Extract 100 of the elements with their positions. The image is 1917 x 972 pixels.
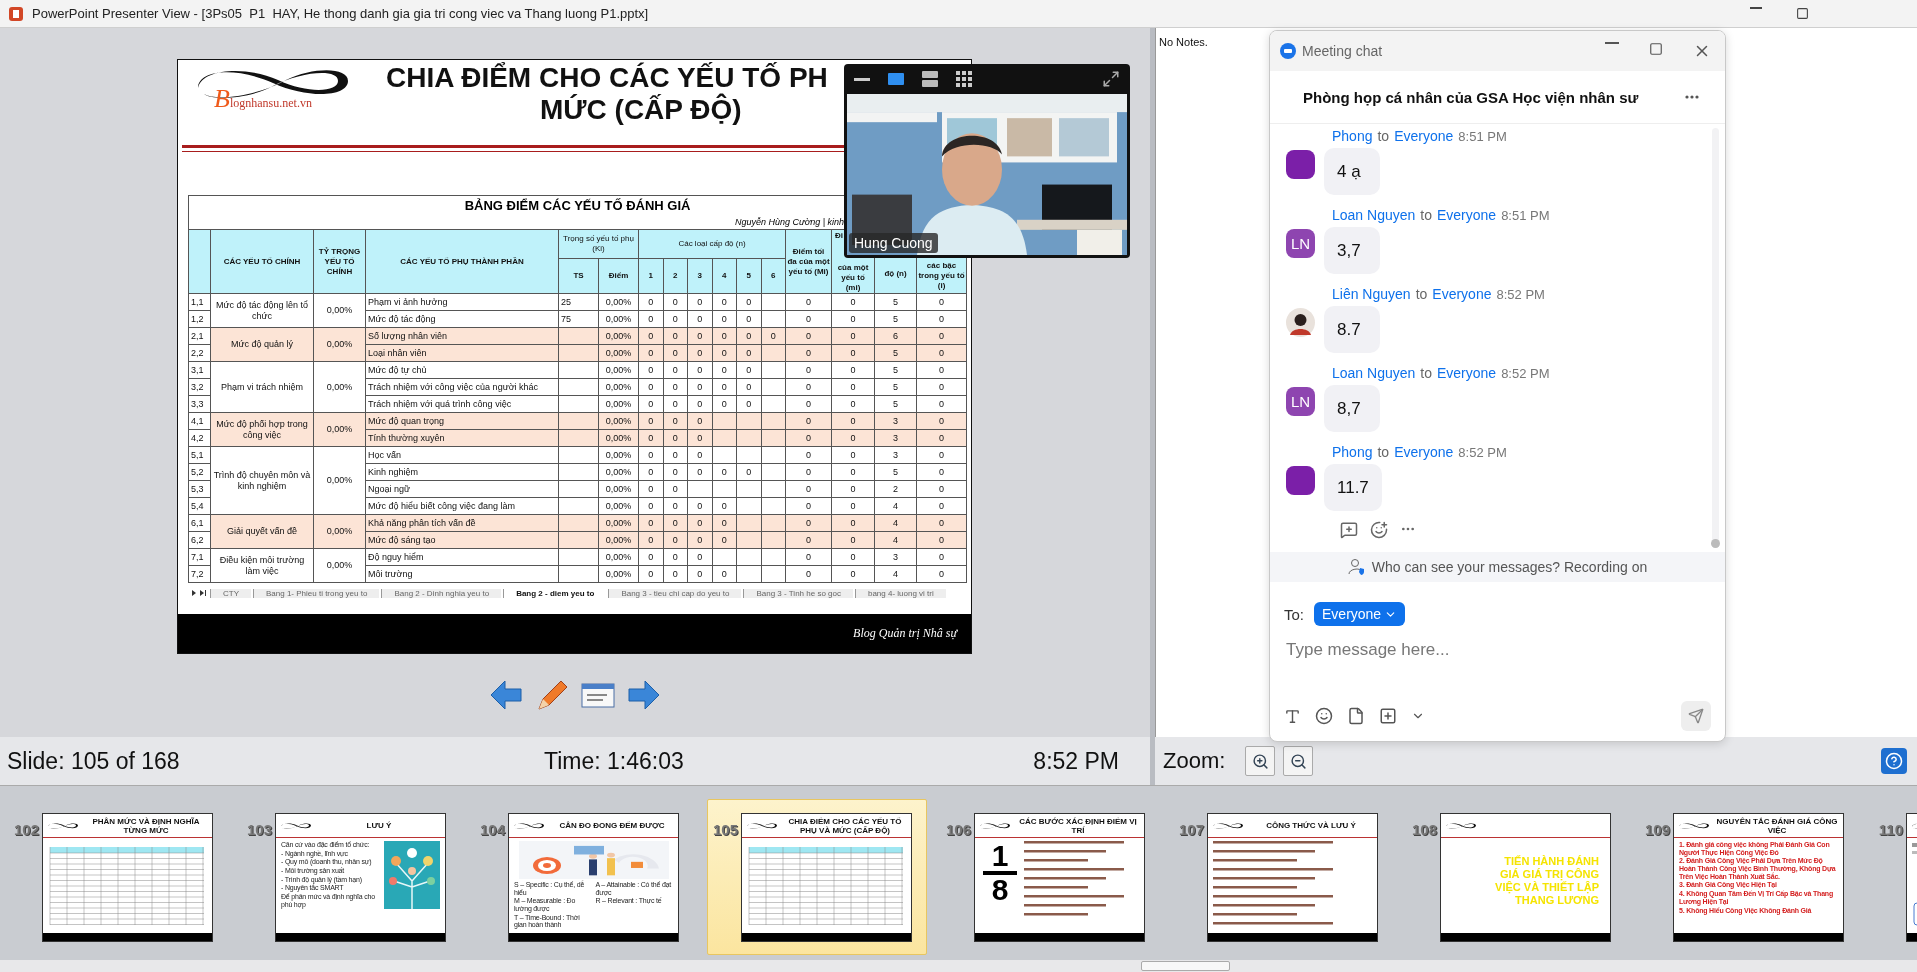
sender-name: Liên Nguyen	[1332, 286, 1411, 302]
strip-view-button[interactable]	[922, 71, 938, 87]
zoom-label: Zoom:	[1163, 748, 1226, 774]
clock: 8:52 PM	[1033, 747, 1119, 775]
slide-thumbnail[interactable]: 102 PHÂN MỨC VÀ ĐỊNH NGHĨA TỪNG MỨC	[8, 799, 228, 955]
slide-number: 106	[944, 821, 971, 838]
sheet-tab[interactable]: Bang 1- Phieu ti trong yeu to	[253, 588, 380, 598]
message-time: 8:51 PM	[1501, 208, 1550, 223]
help-button[interactable]	[1881, 748, 1907, 774]
app-icon	[8, 5, 24, 22]
participant-name: Hung Cuong	[849, 233, 938, 253]
minimize-icon	[1605, 42, 1619, 44]
grid-icon	[956, 71, 972, 87]
right-arrow-icon	[626, 679, 661, 711]
scrollbar[interactable]	[1712, 128, 1719, 548]
slide-number: 109	[1643, 821, 1670, 838]
table-cell: Điều kiện môi trường làm việc	[210, 548, 314, 583]
screenshot-icon[interactable]	[1379, 707, 1397, 725]
slide-footer-text: Blog Quản trị Nhâ sự	[853, 626, 957, 641]
table-cell: 0,00%	[313, 327, 366, 362]
sheet-tab[interactable]: Bang 3 - tieu chi cap do yeu to	[608, 588, 742, 598]
ellipsis-icon	[1685, 95, 1699, 99]
reply-icon[interactable]	[1340, 521, 1358, 539]
column-header: Đi	[834, 230, 844, 241]
scrollbar-thumb[interactable]	[1141, 961, 1230, 971]
recipient-name: Everyone	[1432, 286, 1492, 302]
sheet-tab[interactable]: Bang 2 - Dinh nghia yeu to	[381, 588, 502, 598]
table-cell: 0,00%	[313, 361, 366, 413]
slide-thumbnail[interactable]: 108 TIẾN HÀNH ĐÁNH GIÁ GIÁ TRỊ CÔNG VIỆC VÀ THIẾT LẬP THANG LƯƠNG	[1406, 799, 1626, 955]
column-header: TỶ TRỌNG YẾU TỐ CHÍNH	[313, 229, 366, 294]
file-icon[interactable]	[1347, 707, 1365, 725]
slide-thumbnail[interactable]: 106 CÁC BƯỚC XÁC ĐỊNH ĐIỂM VỊ TRÍ 1 8	[940, 799, 1160, 955]
slide-icon	[580, 681, 615, 709]
expand-button[interactable]	[1102, 70, 1120, 88]
restore-button[interactable]	[1796, 7, 1809, 20]
table-cell: Giải quyết vấn đề	[210, 514, 314, 549]
minimize-video-button[interactable]	[854, 76, 870, 82]
zoom-out-button[interactable]	[1283, 746, 1314, 776]
format-text-icon[interactable]	[1284, 707, 1301, 725]
zoom-in-icon	[1251, 752, 1269, 770]
notes-text: No Notes.	[1159, 36, 1208, 48]
left-arrow-icon	[488, 679, 523, 711]
minimize-icon	[854, 76, 870, 82]
slide-number: 108	[1410, 821, 1437, 838]
sender-name: Phong	[1332, 128, 1373, 144]
to-label: To:	[1284, 605, 1304, 623]
column-header: Trọng số yếu tố phụ (Ki)	[558, 229, 639, 259]
slide-title: PHÂN MỨC VÀ ĐỊNH NGHĨA TỪNG MỨC	[91, 816, 201, 835]
app-logo-icon	[1280, 43, 1296, 59]
sheet-tab[interactable]: Bang 3 - Tinh he so goc	[743, 588, 853, 598]
recipient-name: Everyone	[1437, 365, 1497, 381]
message-to: to	[1377, 128, 1390, 144]
restore-icon	[1796, 7, 1809, 20]
recipient-name: Everyone	[1394, 444, 1454, 460]
chat-room-name: Phòng họp cá nhân của GSA Học viện nhân sư	[1303, 88, 1639, 106]
column-header: CÁC YẾU TỐ PHỤ THÀNH PHẦN	[365, 229, 559, 294]
table-cell: Mức độ phối hợp trong công việc	[210, 412, 314, 447]
send-button[interactable]	[1681, 701, 1711, 731]
maximize-icon	[1649, 42, 1663, 56]
horizontal-scrollbar[interactable]	[0, 960, 1917, 972]
sheet-nav-icon	[190, 589, 208, 597]
scrollbar-thumb[interactable]	[1711, 539, 1720, 548]
message-time: 8:52 PM	[1496, 287, 1545, 302]
slide-number: 104	[478, 821, 505, 838]
emoji-icon[interactable]	[1315, 707, 1333, 725]
recipient-dropdown[interactable]: Everyone	[1314, 602, 1406, 626]
slide-number: 103	[245, 821, 272, 838]
avatar-initials: LN	[1290, 235, 1311, 252]
elapsed-time: Time: 1:46:03	[544, 747, 684, 775]
recipient-name: Everyone	[1394, 128, 1454, 144]
sender-name: Phong	[1332, 444, 1373, 460]
slide-title: MỨC (CẤP ĐỘ)	[540, 94, 743, 126]
column-header: CÁC YẾU TỐ CHÍNH	[210, 229, 314, 294]
add-reaction-icon[interactable]	[1370, 521, 1388, 539]
sender-name: Loan Nguyen	[1332, 207, 1416, 223]
message-time: 8:52 PM	[1501, 366, 1550, 381]
slide-title: CÁC BƯỚC XÁC ĐỊNH ĐIỂM VỊ TRÍ	[1018, 816, 1138, 835]
fraction-numerator: 1	[991, 841, 1009, 871]
table-cell: 0,00%	[313, 514, 366, 549]
table-cell: 0,00%	[313, 446, 366, 515]
table-cell: Mức độ quản lý	[210, 327, 314, 362]
grid-view-button[interactable]	[956, 71, 972, 87]
slide-thumbnail[interactable]: 105 CHIA ĐIỂM CHO CÁC YẾU TỐ PHỤ VÀ MỨC (CẤP ĐỘ)	[707, 799, 927, 955]
zoom-out-icon	[1289, 752, 1307, 770]
zoom-in-button[interactable]	[1245, 746, 1276, 776]
more-button[interactable]	[1685, 95, 1699, 99]
slide-number: 102	[12, 821, 39, 838]
column-header: của một yếu tố (mi)	[836, 262, 870, 293]
sheet-tab[interactable]: bang 4- luong vi tri	[854, 588, 946, 598]
message-to: to	[1377, 444, 1390, 460]
message-to: to	[1420, 365, 1432, 381]
send-icon	[1688, 708, 1704, 724]
sheet-tab[interactable]: CTY	[210, 588, 251, 598]
column-header: Các loại cấp độ (n)	[638, 229, 786, 259]
message-time: 8:51 PM	[1458, 129, 1507, 144]
slide-thumbnail[interactable]: 107 CÔNG THỨC VÀ LƯU Ý	[1173, 799, 1393, 955]
user-shield-icon	[1347, 558, 1366, 576]
fraction-bar	[983, 871, 1017, 875]
recipient-name: Everyone	[1437, 207, 1497, 223]
slide-title: CÔNG THỨC VÀ LƯU Ý	[1265, 821, 1357, 830]
